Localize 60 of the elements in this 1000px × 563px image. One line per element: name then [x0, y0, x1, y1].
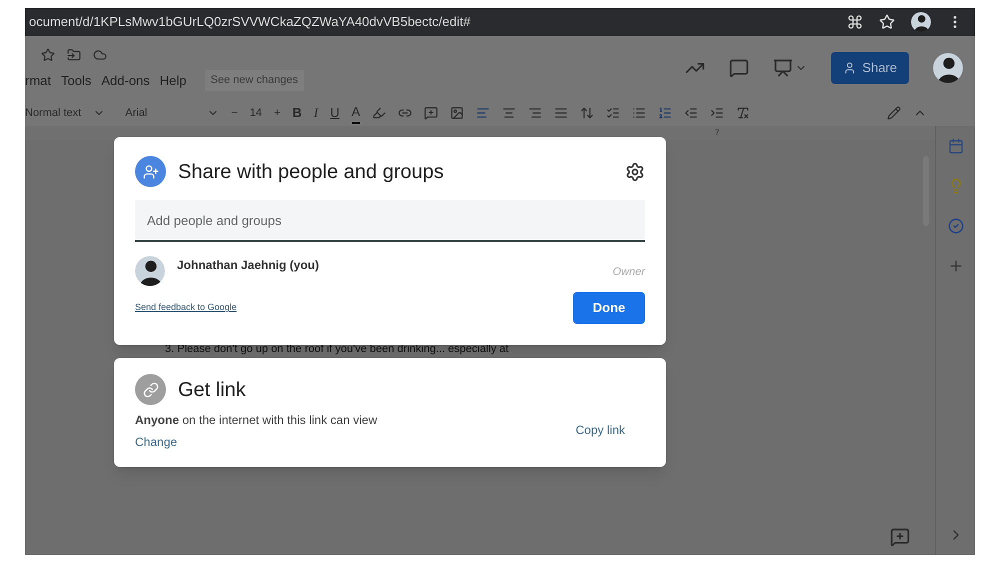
feedback-link[interactable]: Send feedback to Google	[135, 301, 573, 315]
clear-formatting-icon[interactable]	[736, 106, 750, 120]
align-left-icon[interactable]	[476, 106, 490, 120]
dialog-title: Share with people and groups	[178, 160, 445, 184]
align-justify-icon[interactable]	[554, 106, 568, 120]
settings-icon[interactable]	[625, 162, 645, 182]
link-access-description: Anyone on the internet with this link can view	[135, 412, 378, 429]
format-button[interactable]: I	[314, 103, 318, 123]
numbered-list-icon[interactable]	[658, 106, 672, 120]
change-link[interactable]: Change	[135, 433, 576, 451]
extensions-icon[interactable]	[847, 14, 863, 30]
menu-item[interactable]: Add-ons	[101, 70, 150, 90]
add-comment-icon[interactable]	[890, 527, 910, 547]
cloud-icon[interactable]	[93, 48, 107, 62]
tasks-check-icon[interactable]	[948, 218, 964, 234]
format-button[interactable]: B	[292, 103, 302, 123]
highlighter-icon[interactable]	[372, 106, 386, 120]
account-avatar	[933, 52, 963, 83]
paragraph-style-dropdown[interactable]: Normal text	[25, 104, 82, 122]
star-icon[interactable]	[41, 48, 55, 62]
font-dropdown[interactable]: Arial	[125, 104, 196, 122]
editing-mode-icon[interactable]	[887, 106, 901, 120]
role-label: Owner	[612, 265, 645, 280]
ruler-number: 7	[715, 127, 720, 139]
checklist-icon[interactable]	[606, 106, 620, 120]
line-spacing-icon[interactable]	[580, 106, 594, 120]
calendar-icon[interactable]	[948, 138, 964, 154]
see-new-changes-link[interactable]: See new changes	[204, 70, 304, 90]
image-icon[interactable]	[450, 106, 464, 120]
format-button[interactable]: U	[330, 103, 340, 123]
add-people-field[interactable]: Add people and groups	[135, 200, 645, 242]
add-comment-icon[interactable]	[424, 106, 438, 120]
align-center-icon[interactable]	[502, 106, 516, 120]
move-folder-icon[interactable]	[67, 48, 81, 62]
copy-link-button[interactable]: Copy link	[576, 421, 625, 439]
font-size-field[interactable]: 14	[250, 104, 262, 122]
increase-size-button[interactable]: +	[274, 104, 280, 122]
share-button[interactable]: Share	[831, 52, 909, 84]
user-avatar	[135, 256, 165, 286]
profile-avatar	[911, 12, 931, 32]
present-icon[interactable]	[773, 58, 793, 78]
person-icon	[843, 60, 856, 75]
decrease-size-button[interactable]: −	[231, 104, 238, 122]
format-button[interactable]: A	[352, 102, 360, 124]
dialog-title: Get link	[178, 378, 246, 402]
align-right-icon[interactable]	[528, 106, 542, 120]
bulleted-list-icon[interactable]	[632, 106, 646, 120]
menu-item[interactable]: Help	[160, 70, 187, 90]
done-button[interactable]: Done	[573, 292, 645, 324]
bookmark-star-icon[interactable]	[879, 14, 895, 30]
link-icon	[135, 374, 166, 405]
add-icon[interactable]	[948, 258, 964, 274]
person-name: Johnathan Jaehnig (you)	[177, 257, 320, 274]
increase-indent-icon[interactable]	[710, 106, 724, 120]
menu-item[interactable]: Tools	[61, 70, 92, 90]
decrease-indent-icon[interactable]	[684, 106, 698, 120]
menu-item[interactable]: rmat	[25, 70, 51, 90]
person-add-icon	[135, 156, 166, 187]
comments-icon[interactable]	[729, 58, 749, 78]
url-text[interactable]: ocument/d/1KPLsMwv1bGUrLQ0zrSVVWCkaZQZWaYA40dvVB5bectc/edit#	[29, 12, 847, 32]
